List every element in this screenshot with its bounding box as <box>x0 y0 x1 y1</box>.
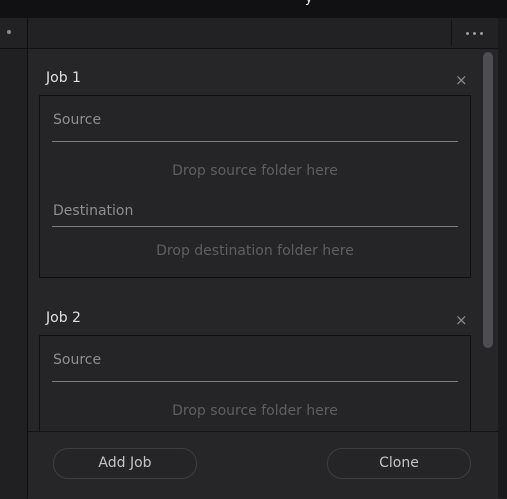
job-title: Job 1 <box>46 70 81 86</box>
destination-label: Destination <box>53 203 134 219</box>
panel-footer: Add Job Clone <box>28 431 498 499</box>
job-drop-area: Source Drop source folder here Destinati… <box>39 95 471 278</box>
more-options-button[interactable] <box>451 20 496 46</box>
source-underline <box>52 381 458 382</box>
close-icon[interactable]: × <box>455 73 468 88</box>
scrollbar-thumb[interactable] <box>483 52 493 348</box>
left-panel-header <box>0 18 27 49</box>
clone-button[interactable]: Clone <box>327 448 471 479</box>
close-icon[interactable]: × <box>455 313 468 328</box>
jobs-list[interactable]: Job 1 × Source Drop source folder here D… <box>28 49 498 431</box>
source-underline <box>52 141 458 142</box>
source-label: Source <box>53 112 102 128</box>
source-label: Source <box>53 352 102 368</box>
window-title-bar: y <box>0 0 507 18</box>
job-title: Job 2 <box>46 310 81 326</box>
more-horizontal-icon <box>465 31 469 35</box>
destination-drop-zone[interactable]: Drop destination folder here <box>40 243 470 259</box>
panel-header <box>28 18 498 49</box>
left-panel-strip <box>0 18 28 498</box>
job-drop-area: Source Drop source folder here <box>39 335 471 431</box>
add-job-button[interactable]: Add Job <box>53 448 197 479</box>
destination-underline <box>52 226 458 227</box>
source-drop-zone[interactable]: Drop source folder here <box>40 403 470 419</box>
jobs-panel: Job 1 × Source Drop source folder here D… <box>28 18 498 499</box>
dot-icon <box>7 30 11 34</box>
right-edge <box>498 18 507 498</box>
source-drop-zone[interactable]: Drop source folder here <box>40 163 470 179</box>
window-title: y <box>305 0 313 6</box>
